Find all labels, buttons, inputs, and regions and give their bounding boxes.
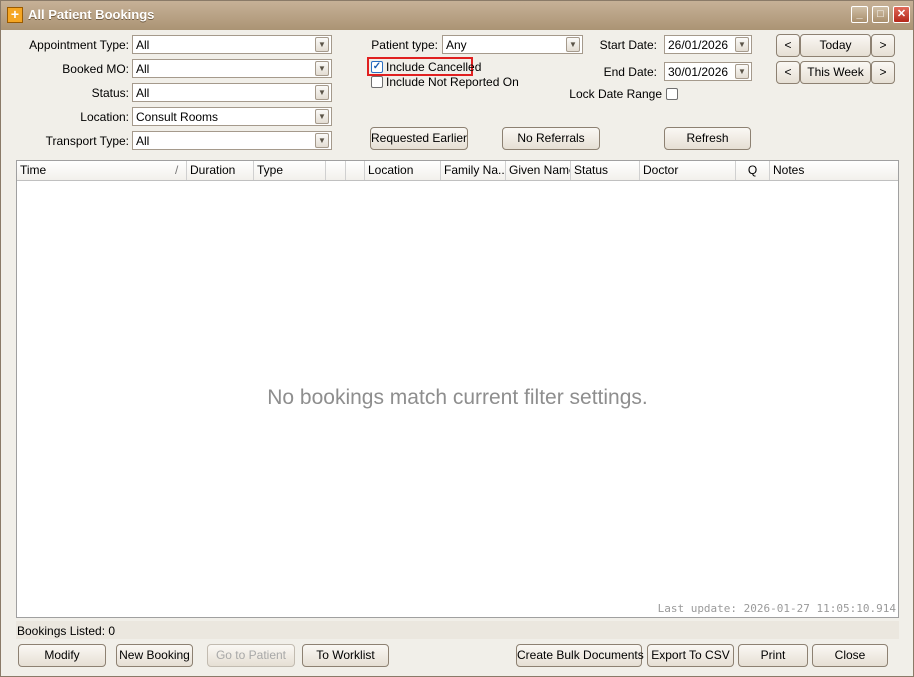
- close-window-button[interactable]: ✕: [893, 6, 910, 23]
- window-title: All Patient Bookings: [28, 7, 155, 22]
- transport-type-value: All: [136, 134, 150, 148]
- bookings-table[interactable]: Time / Duration Type Location Family Na.…: [16, 160, 899, 618]
- lock-date-range-label[interactable]: Lock Date Range: [561, 87, 662, 101]
- new-booking-button[interactable]: New Booking: [116, 644, 193, 667]
- chevron-down-icon[interactable]: ▼: [315, 133, 329, 148]
- start-date-label: Start Date:: [599, 38, 657, 52]
- refresh-button[interactable]: Refresh: [664, 127, 751, 150]
- chevron-down-icon[interactable]: ▼: [735, 37, 749, 52]
- patient-type-value: Any: [446, 38, 467, 52]
- include-not-reported-checkbox[interactable]: [371, 76, 383, 88]
- booked-mo-label: Booked MO:: [62, 62, 129, 76]
- status-label: Status:: [91, 86, 129, 100]
- booked-mo-value: All: [136, 62, 150, 76]
- include-cancelled-checkbox[interactable]: ✓: [371, 61, 383, 73]
- checkmark-icon: ✓: [372, 61, 382, 72]
- lock-date-range-checkbox[interactable]: [666, 88, 678, 100]
- maximize-icon: □: [877, 8, 884, 20]
- appointment-type-value: All: [136, 38, 150, 52]
- start-date-picker[interactable]: 26/01/2026 ▼: [664, 35, 752, 54]
- column-header-type[interactable]: Type: [254, 161, 326, 180]
- prev-week-button[interactable]: <: [776, 61, 800, 84]
- column-header-family-name[interactable]: Family Na...: [441, 161, 506, 180]
- no-referrals-button[interactable]: No Referrals: [502, 127, 600, 150]
- appointment-type-select[interactable]: All ▼: [132, 35, 332, 54]
- prev-day-button[interactable]: <: [776, 34, 800, 57]
- sort-icon: /: [175, 163, 179, 177]
- column-header-doctor[interactable]: Doctor: [640, 161, 736, 180]
- patient-type-label: Patient type:: [371, 38, 438, 52]
- column-header-duration[interactable]: Duration: [187, 161, 254, 180]
- column-header-notes[interactable]: Notes: [770, 161, 898, 180]
- bookings-listed-count: Bookings Listed: 0: [17, 624, 116, 638]
- today-button[interactable]: Today: [800, 34, 871, 57]
- chevron-down-icon[interactable]: ▼: [315, 61, 329, 76]
- last-update-text: Last update: 2026-01-27 11:05:10.914: [657, 602, 896, 615]
- all-patient-bookings-window: + All Patient Bookings _ □ ✕ Appointment…: [0, 0, 914, 677]
- start-date-value: 26/01/2026: [668, 38, 729, 52]
- close-icon: ✕: [896, 8, 907, 20]
- column-header-time[interactable]: Time: [17, 161, 187, 180]
- status-bar: Bookings Listed: 0: [16, 621, 899, 639]
- create-bulk-documents-button[interactable]: Create Bulk Documents: [516, 644, 644, 667]
- close-button[interactable]: Close: [812, 644, 888, 667]
- end-date-label: End Date:: [603, 65, 657, 79]
- modify-button[interactable]: Modify: [18, 644, 106, 667]
- this-week-button[interactable]: This Week: [800, 61, 871, 84]
- location-label: Location:: [80, 110, 129, 124]
- chevron-down-icon[interactable]: ▼: [315, 85, 329, 100]
- column-header-blank-2[interactable]: [346, 161, 365, 180]
- plus-cross-icon: +: [7, 7, 23, 23]
- column-header-location[interactable]: Location: [365, 161, 441, 180]
- status-value: All: [136, 86, 150, 100]
- minimize-button[interactable]: _: [851, 6, 868, 23]
- location-select[interactable]: Consult Rooms ▼: [132, 107, 332, 126]
- minimize-icon: _: [856, 8, 863, 20]
- to-worklist-button[interactable]: To Worklist: [302, 644, 389, 667]
- column-header-status[interactable]: Status: [571, 161, 640, 180]
- chevron-down-icon[interactable]: ▼: [315, 109, 329, 124]
- transport-type-label: Transport Type:: [45, 134, 129, 148]
- go-to-patient-button[interactable]: Go to Patient: [207, 644, 295, 667]
- transport-type-select[interactable]: All ▼: [132, 131, 332, 150]
- title-bar[interactable]: + All Patient Bookings _ □ ✕: [1, 1, 913, 30]
- status-select[interactable]: All ▼: [132, 83, 332, 102]
- maximize-button[interactable]: □: [872, 6, 889, 23]
- appointment-type-label: Appointment Type:: [29, 38, 129, 52]
- column-header-blank-1[interactable]: [326, 161, 346, 180]
- next-week-button[interactable]: >: [871, 61, 895, 84]
- end-date-value: 30/01/2026: [668, 65, 729, 79]
- column-header-q[interactable]: Q: [736, 161, 770, 180]
- end-date-picker[interactable]: 30/01/2026 ▼: [664, 62, 752, 81]
- include-cancelled-label[interactable]: Include Cancelled: [386, 60, 481, 74]
- location-value: Consult Rooms: [136, 110, 219, 124]
- next-day-button[interactable]: >: [871, 34, 895, 57]
- export-csv-button[interactable]: Export To CSV: [647, 644, 734, 667]
- column-header-given-name[interactable]: Given Name: [506, 161, 571, 180]
- chevron-down-icon[interactable]: ▼: [735, 64, 749, 79]
- booked-mo-select[interactable]: All ▼: [132, 59, 332, 78]
- chevron-down-icon[interactable]: ▼: [315, 37, 329, 52]
- include-not-reported-label[interactable]: Include Not Reported On: [386, 75, 519, 89]
- table-header: Time / Duration Type Location Family Na.…: [17, 161, 898, 181]
- empty-table-message: No bookings match current filter setting…: [267, 386, 648, 409]
- print-button[interactable]: Print: [738, 644, 808, 667]
- requested-earlier-button[interactable]: Requested Earlier: [370, 127, 468, 150]
